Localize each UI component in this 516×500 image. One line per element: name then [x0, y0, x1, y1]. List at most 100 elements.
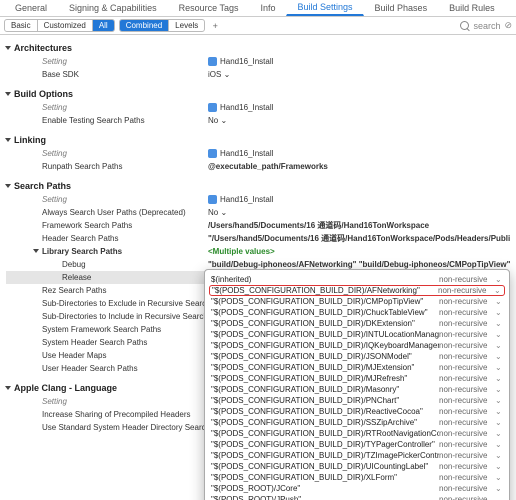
popup-path-row[interactable]: "$(PODS_CONFIGURATION_BUILD_DIR)/XLForm"…	[209, 472, 505, 483]
chevron-down-icon[interactable]: ⌄	[495, 451, 503, 460]
popup-value: "$(PODS_CONFIGURATION_BUILD_DIR)/MJRefre…	[211, 374, 439, 383]
chevron-down-icon[interactable]: ⌄	[495, 418, 503, 427]
chevron-down-icon[interactable]: ⌄	[495, 473, 503, 482]
view-segment[interactable]: Combined Levels	[119, 19, 206, 32]
chevron-down-icon[interactable]: ⌄	[495, 429, 503, 438]
setting-label: Sub-Directories to Include in Recursive …	[6, 312, 204, 321]
tab-resource-tags[interactable]: Resource Tags	[168, 1, 250, 15]
disclosure-triangle-icon	[5, 138, 11, 142]
chevron-down-icon[interactable]: ⌄	[495, 363, 503, 372]
popup-value: "$(PODS_CONFIGURATION_BUILD_DIR)/SSZipAr…	[211, 418, 439, 427]
search-field[interactable]: search ⊘	[225, 20, 512, 31]
setting-library-search-paths[interactable]: Library Search Paths<Multiple values>	[6, 245, 510, 258]
setting-value: /Users/hand5/Documents/16 通道码/Hand16TonW…	[204, 220, 510, 231]
section-header-architectures[interactable]: Architectures	[6, 41, 510, 55]
chevron-down-icon[interactable]: ⌄	[495, 495, 503, 500]
view-combined[interactable]: Combined	[120, 20, 169, 31]
recursive-label: non-recursive	[438, 286, 494, 295]
recursive-label: non-recursive	[439, 319, 495, 328]
setting-runpath-search-paths[interactable]: Runpath Search Paths@executable_path/Fra…	[6, 160, 510, 173]
chevron-down-icon[interactable]: ⌄	[495, 385, 503, 394]
popup-value: "$(PODS_CONFIGURATION_BUILD_DIR)/Reactiv…	[211, 407, 439, 416]
recursive-label: non-recursive	[439, 473, 495, 482]
add-setting-button[interactable]: +	[209, 21, 221, 31]
tab-signing[interactable]: Signing & Capabilities	[58, 1, 168, 15]
popup-path-row[interactable]: "$(PODS_CONFIGURATION_BUILD_DIR)/PNChart…	[209, 395, 505, 406]
target-name: Hand16_Install	[220, 149, 273, 158]
popup-value: "$(PODS_CONFIGURATION_BUILD_DIR)/CMPopTi…	[211, 297, 439, 306]
tab-build-settings[interactable]: Build Settings	[286, 0, 363, 16]
chevron-down-icon[interactable]: ⌄	[495, 440, 503, 449]
chevron-down-icon[interactable]: ⌄	[495, 308, 503, 317]
chevron-down-icon[interactable]: ⌄	[495, 407, 503, 416]
popup-path-row[interactable]: "$(PODS_CONFIGURATION_BUILD_DIR)/ChuckTa…	[209, 307, 505, 318]
view-levels[interactable]: Levels	[169, 20, 204, 31]
scope-segment[interactable]: Basic Customized All	[4, 19, 115, 32]
section-linking: Linking SettingHand16_Install Runpath Se…	[6, 133, 510, 173]
target-name: Hand16_Install	[220, 103, 273, 112]
section-header-build-options[interactable]: Build Options	[6, 87, 510, 101]
recursive-label: non-recursive	[439, 462, 495, 471]
popup-path-row[interactable]: "$(PODS_CONFIGURATION_BUILD_DIR)/IQKeybo…	[209, 340, 505, 351]
chevron-down-icon[interactable]: ⌄	[495, 341, 503, 350]
chevron-down-icon[interactable]: ⌄	[495, 297, 503, 306]
popup-path-row[interactable]: "$(PODS_CONFIGURATION_BUILD_DIR)/RTRootN…	[209, 428, 505, 439]
scope-customized[interactable]: Customized	[38, 20, 93, 31]
popup-path-row[interactable]: "$(PODS_CONFIGURATION_BUILD_DIR)/INTULoc…	[209, 329, 505, 340]
tab-info[interactable]: Info	[249, 1, 286, 15]
chevron-down-icon[interactable]: ⌄	[495, 396, 503, 405]
popup-inherited-row[interactable]: $(inherited) non-recursive ⌄	[209, 274, 505, 285]
section-header-linking[interactable]: Linking	[6, 133, 510, 147]
popup-value: $(inherited)	[211, 275, 439, 284]
setting-always-search-user-paths[interactable]: Always Search User Paths (Deprecated)No …	[6, 206, 510, 219]
tab-build-rules[interactable]: Build Rules	[438, 1, 506, 15]
chevron-down-icon[interactable]: ⌄	[494, 286, 502, 295]
popup-path-row[interactable]: "$(PODS_ROOT)/JCore"non-recursive⌄	[209, 483, 505, 494]
scope-basic[interactable]: Basic	[5, 20, 38, 31]
setting-framework-search-paths[interactable]: Framework Search Paths/Users/hand5/Docum…	[6, 219, 510, 232]
library-search-paths-editor[interactable]: $(inherited) non-recursive ⌄ "$(PODS_CON…	[204, 269, 510, 500]
popup-path-row[interactable]: "$(PODS_CONFIGURATION_BUILD_DIR)/TZImage…	[209, 450, 505, 461]
chevron-down-icon[interactable]: ⌄	[495, 484, 503, 493]
main-tabs: General Signing & Capabilities Resource …	[0, 0, 516, 17]
popup-path-row[interactable]: "$(PODS_CONFIGURATION_BUILD_DIR)/TYPager…	[209, 439, 505, 450]
setting-label: Sub-Directories to Exclude in Recursive …	[6, 299, 204, 308]
popup-path-row[interactable]: "$(PODS_CONFIGURATION_BUILD_DIR)/UICount…	[209, 461, 505, 472]
popup-path-row[interactable]: "$(PODS_CONFIGURATION_BUILD_DIR)/Reactiv…	[209, 406, 505, 417]
chevron-down-icon[interactable]: ⌄	[495, 330, 503, 339]
target-icon	[208, 57, 217, 66]
setting-value: "/Users/hand5/Documents/16 通道码/Hand16Ton…	[204, 233, 510, 244]
popup-path-row[interactable]: "$(PODS_CONFIGURATION_BUILD_DIR)/CMPopTi…	[209, 296, 505, 307]
clear-search-button[interactable]: ⊘	[504, 20, 512, 31]
tab-build-phases[interactable]: Build Phases	[364, 1, 439, 15]
scope-all[interactable]: All	[93, 20, 114, 31]
recursive-label: non-recursive	[439, 495, 495, 500]
section-title: Linking	[14, 135, 46, 145]
popup-path-row[interactable]: "$(PODS_CONFIGURATION_BUILD_DIR)/JSONMod…	[209, 351, 505, 362]
popup-path-row[interactable]: "$(PODS_CONFIGURATION_BUILD_DIR)/MJRefre…	[209, 373, 505, 384]
chevron-down-icon[interactable]: ⌄	[495, 275, 503, 284]
popup-path-row[interactable]: "$(PODS_CONFIGURATION_BUILD_DIR)/SSZipAr…	[209, 417, 505, 428]
chevron-down-icon[interactable]: ⌄	[495, 319, 503, 328]
target-icon	[208, 149, 217, 158]
popup-path-row[interactable]: "$(PODS_CONFIGURATION_BUILD_DIR)/Masonry…	[209, 384, 505, 395]
popup-value: "$(PODS_CONFIGURATION_BUILD_DIR)/Masonry…	[211, 385, 439, 394]
chevron-down-icon[interactable]: ⌄	[495, 462, 503, 471]
setting-base-sdk[interactable]: Base SDKiOS ⌄	[6, 68, 510, 81]
setting-enable-testing-search-paths[interactable]: Enable Testing Search PathsNo ⌄	[6, 114, 510, 127]
recursive-label: non-recursive	[439, 297, 495, 306]
disclosure-triangle-icon	[5, 386, 11, 390]
setting-header-search-paths[interactable]: Header Search Paths"/Users/hand5/Documen…	[6, 232, 510, 245]
disclosure-triangle-icon	[33, 249, 39, 253]
section-title: Architectures	[14, 43, 72, 53]
popup-path-row[interactable]: "$(PODS_CONFIGURATION_BUILD_DIR)/AFNetwo…	[209, 285, 505, 296]
chevron-down-icon[interactable]: ⌄	[495, 352, 503, 361]
setting-value: <Multiple values>	[204, 247, 510, 256]
chevron-down-icon[interactable]: ⌄	[495, 374, 503, 383]
popup-path-row[interactable]: "$(PODS_CONFIGURATION_BUILD_DIR)/MJExten…	[209, 362, 505, 373]
popup-path-row[interactable]: "$(PODS_CONFIGURATION_BUILD_DIR)/DKExten…	[209, 318, 505, 329]
recursive-label: non-recursive	[439, 374, 495, 383]
section-header-search-paths[interactable]: Search Paths	[6, 179, 510, 193]
tab-general[interactable]: General	[4, 1, 58, 15]
popup-path-row[interactable]: "$(PODS_ROOT)/JPush"non-recursive⌄	[209, 494, 505, 500]
